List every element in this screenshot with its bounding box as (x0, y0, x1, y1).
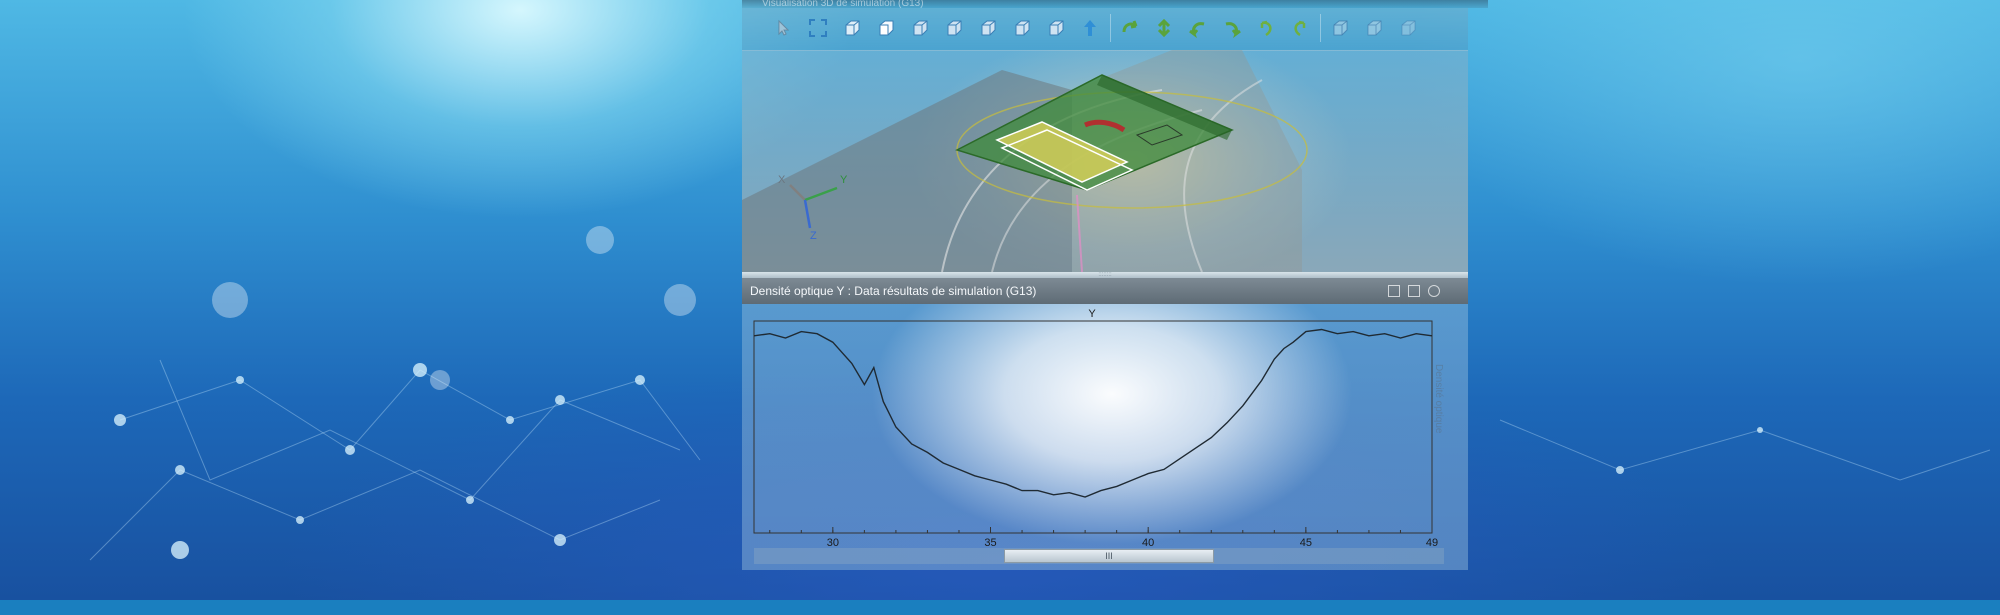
axis-x-label: X (778, 174, 786, 186)
view-left-icon[interactable] (940, 14, 968, 42)
toolbar-separator (1320, 14, 1321, 42)
box-wire-icon[interactable] (1326, 14, 1354, 42)
view-right-icon[interactable] (974, 14, 1002, 42)
view-iso-icon[interactable] (838, 14, 866, 42)
axis-y-label: Y (840, 174, 848, 186)
plot-frame (753, 320, 1433, 534)
panel-title: Densité optique Y : Data résultats de si… (750, 284, 1037, 298)
axis-z-label: Z (810, 230, 817, 242)
chart-area: Y 30 35 40 45 49 Densité optique III (742, 304, 1468, 570)
rotate-y-icon[interactable] (1150, 14, 1178, 42)
redo-icon[interactable] (1286, 14, 1314, 42)
scrollbar-thumb[interactable]: III (1004, 549, 1214, 563)
view-bottom-icon[interactable] (1042, 14, 1070, 42)
panel-list-icon[interactable] (1408, 285, 1420, 297)
rotate-x-icon[interactable] (1116, 14, 1144, 42)
horizontal-scrollbar[interactable]: III (754, 548, 1444, 564)
select-arrow-icon[interactable] (770, 14, 798, 42)
zoom-fit-icon[interactable] (804, 14, 832, 42)
panel-pin-icon[interactable] (1428, 285, 1440, 297)
box-shaded-icon[interactable] (1394, 14, 1422, 42)
panel-header: Densité optique Y : Data résultats de si… (742, 278, 1468, 304)
application-window: Visualisation 3D de simulation (G13) X Y… (742, 0, 1488, 570)
panel-layout-icon[interactable] (1388, 285, 1400, 297)
chart-title: Y (1088, 308, 1096, 320)
rotate-back-icon[interactable] (1218, 14, 1246, 42)
3d-scene (742, 50, 1308, 272)
view-front-icon[interactable] (872, 14, 900, 42)
rotate-z-icon[interactable] (1184, 14, 1212, 42)
bottom-band (0, 600, 2000, 615)
view-up-arrow-icon[interactable] (1076, 14, 1104, 42)
toolbar-separator (1110, 14, 1111, 42)
line-chart: Y 30 35 40 45 49 Densité optique (753, 308, 1444, 549)
window-title: Visualisation 3D de simulation (G13) (742, 0, 1488, 8)
y-axis-label: Densité optique (1433, 364, 1444, 434)
box-solid-icon[interactable] (1360, 14, 1388, 42)
3d-viewport[interactable]: X Y Z (742, 50, 1468, 272)
undo-icon[interactable] (1252, 14, 1280, 42)
series-line (753, 328, 1433, 498)
view-top-icon[interactable] (1008, 14, 1036, 42)
toolbar (742, 8, 1468, 51)
view-back-icon[interactable] (906, 14, 934, 42)
